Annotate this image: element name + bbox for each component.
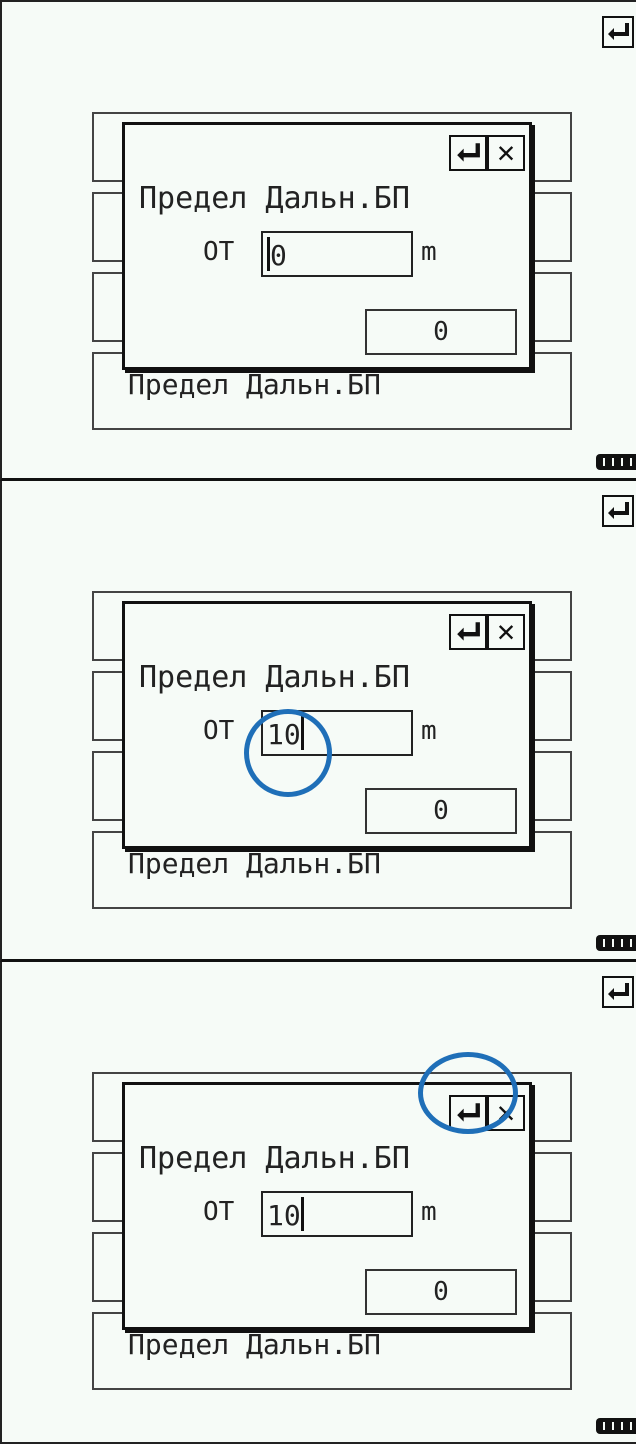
from-input[interactable]: 10 bbox=[261, 1191, 413, 1237]
enter-icon bbox=[457, 622, 480, 641]
from-label: ОТ bbox=[203, 1197, 235, 1227]
from-label: ОТ bbox=[203, 237, 235, 267]
zero-button[interactable]: 0 bbox=[365, 1269, 517, 1315]
range-limit-dialog: ✕ Предел Дальн.БП ОТ 0 m 0 bbox=[122, 122, 532, 370]
enter-icon bbox=[608, 983, 629, 1000]
enter-icon bbox=[608, 23, 629, 40]
dialog-close-button[interactable]: ✕ bbox=[487, 135, 525, 171]
dialog-title: Предел Дальн.БП bbox=[139, 660, 410, 695]
from-label: ОТ bbox=[203, 716, 235, 746]
corner-enter-button[interactable] bbox=[602, 495, 634, 527]
dialog-enter-button[interactable] bbox=[449, 614, 487, 650]
enter-highlight-circle bbox=[418, 1052, 518, 1134]
dialog-close-button[interactable]: ✕ bbox=[487, 614, 525, 650]
dialog-enter-button[interactable] bbox=[449, 135, 487, 171]
enter-icon bbox=[608, 502, 629, 519]
input-highlight-circle bbox=[244, 709, 332, 797]
close-icon: ✕ bbox=[496, 135, 516, 170]
battery-icon bbox=[596, 454, 636, 470]
close-icon: ✕ bbox=[496, 614, 516, 649]
from-input-value: 0 bbox=[270, 239, 287, 272]
corner-enter-button[interactable] bbox=[602, 976, 634, 1008]
enter-icon bbox=[457, 143, 480, 162]
unit-label: m bbox=[421, 237, 437, 267]
range-limit-dialog: ✕ Предел Дальн.БП ОТ 10 m 0 bbox=[122, 601, 532, 849]
battery-icon bbox=[596, 1418, 636, 1434]
menu-button-label: Предел Дальн.БП bbox=[128, 847, 381, 880]
text-caret bbox=[300, 1197, 304, 1231]
menu-button-label: Предел Дальн.БП bbox=[128, 368, 381, 401]
unit-label: m bbox=[421, 1197, 437, 1227]
dialog-title: Предел Дальн.БП bbox=[139, 181, 410, 216]
zero-button[interactable]: 0 bbox=[365, 788, 517, 834]
from-input[interactable]: 0 bbox=[261, 231, 413, 277]
screen-step-2: Предел Дальн.БП ✕ Предел Дальн.БП ОТ 10 … bbox=[0, 481, 636, 962]
screen-step-1: Предел Дальн.БП ✕ Предел Дальн.БП ОТ 0 m… bbox=[0, 0, 636, 481]
dialog-title: Предел Дальн.БП bbox=[139, 1141, 410, 1176]
unit-label: m bbox=[421, 716, 437, 746]
menu-button-label: Предел Дальн.БП bbox=[128, 1328, 381, 1361]
zero-button[interactable]: 0 bbox=[365, 309, 517, 355]
from-input-value: 10 bbox=[267, 1199, 301, 1232]
screen-step-3: Предел Дальн.БП ✕ Предел Дальн.БП ОТ 10 … bbox=[0, 962, 636, 1444]
battery-icon bbox=[596, 935, 636, 951]
corner-enter-button[interactable] bbox=[602, 16, 634, 48]
